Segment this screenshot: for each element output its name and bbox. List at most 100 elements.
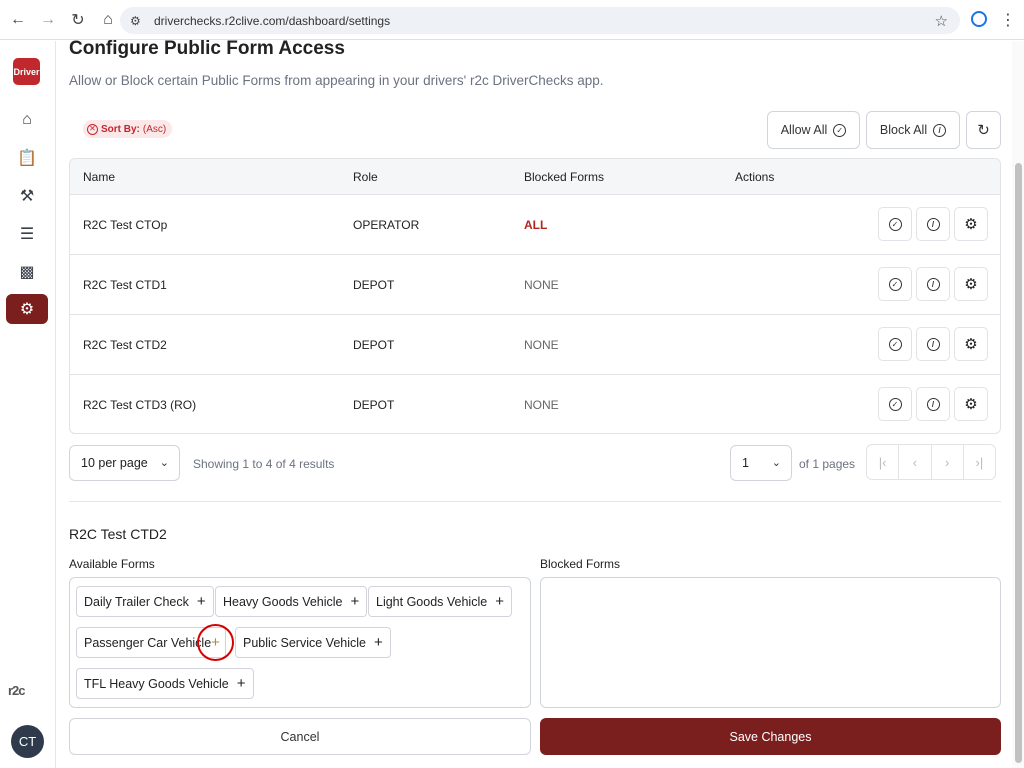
form-chip-label: TFL Heavy Goods Vehicle: [84, 676, 229, 691]
check-circle-icon: ✓: [888, 397, 902, 411]
cancel-label: Cancel: [280, 729, 320, 744]
page-count: of 1 pages: [799, 457, 856, 471]
cancel-button[interactable]: Cancel: [69, 718, 531, 755]
block-row-button[interactable]: /: [916, 207, 950, 241]
bookmark-star-icon[interactable]: ☆: [935, 12, 948, 30]
available-forms-label: Available Forms: [69, 557, 155, 571]
refresh-button[interactable]: ↻: [966, 111, 1001, 149]
row-blocked: NONE: [524, 278, 559, 292]
form-chip-label: Daily Trailer Check: [84, 594, 189, 609]
row-role: OPERATOR: [353, 218, 420, 232]
column-header-actions: Actions: [735, 170, 775, 184]
site-info-icon[interactable]: ⚙: [130, 14, 144, 28]
edit-row-button[interactable]: ⚙: [954, 327, 988, 361]
form-chip[interactable]: Daily Trailer Check +: [76, 586, 214, 617]
form-chip[interactable]: Light Goods Vehicle +: [368, 586, 512, 617]
save-label: Save Changes: [729, 729, 812, 744]
check-circle-icon: ✓: [888, 337, 902, 351]
home-page-icon[interactable]: ⌂: [94, 6, 122, 34]
chart-icon[interactable]: ▩: [6, 257, 48, 287]
forward-icon[interactable]: →: [34, 6, 62, 34]
block-row-button[interactable]: /: [916, 267, 950, 301]
form-chip-label: Light Goods Vehicle: [376, 594, 488, 609]
add-icon[interactable]: +: [197, 593, 206, 610]
clear-sort-icon[interactable]: ✕: [87, 123, 98, 135]
page-value: 1: [742, 456, 749, 470]
allow-all-button[interactable]: Allow All ✓: [767, 111, 860, 149]
add-icon[interactable]: +: [197, 624, 234, 661]
selected-user-title: R2C Test CTD2: [69, 526, 167, 542]
app-logo[interactable]: Driver: [13, 58, 40, 85]
block-icon: /: [933, 123, 947, 137]
sort-value: (Asc): [142, 123, 167, 135]
refresh-icon: ↻: [977, 122, 990, 139]
form-chip[interactable]: Heavy Goods Vehicle +: [215, 586, 368, 617]
profile-icon[interactable]: [971, 11, 987, 27]
allow-row-button[interactable]: ✓: [878, 387, 912, 421]
table-row: R2C Test CTD1 DEPOT NONE ✓ / ⚙: [70, 255, 1000, 315]
blocked-forms-box: [540, 577, 1001, 708]
block-all-label: Block All: [879, 123, 928, 137]
scrollbar-thumb[interactable]: [1015, 163, 1022, 763]
row-name: R2C Test CTD1: [83, 278, 167, 292]
block-row-button[interactable]: /: [916, 387, 950, 421]
page-title: Configure Public Form Access: [69, 38, 345, 59]
reload-icon[interactable]: ↻: [64, 6, 92, 34]
table-row: R2C Test CTD3 (RO) DEPOT NONE ✓ / ⚙: [70, 375, 1000, 433]
save-button[interactable]: Save Changes: [540, 718, 1001, 755]
block-icon: /: [926, 337, 940, 351]
first-page-icon[interactable]: |‹: [867, 445, 900, 479]
allow-row-button[interactable]: ✓: [878, 207, 912, 241]
column-header-name[interactable]: Name: [83, 170, 115, 184]
form-chip-label: Heavy Goods Vehicle: [223, 594, 343, 609]
row-role: DEPOT: [353, 278, 395, 292]
edit-row-button[interactable]: ⚙: [954, 207, 988, 241]
edit-row-button[interactable]: ⚙: [954, 387, 988, 421]
clipboard-icon[interactable]: 📋: [6, 143, 48, 173]
next-page-icon[interactable]: ›: [932, 445, 964, 479]
add-icon[interactable]: +: [495, 593, 504, 610]
block-all-button[interactable]: Block All /: [866, 111, 960, 149]
allow-row-button[interactable]: ✓: [878, 267, 912, 301]
allow-row-button[interactable]: ✓: [878, 327, 912, 361]
form-chip-label: Passenger Car Vehicle: [84, 635, 212, 650]
prev-page-icon[interactable]: ‹: [899, 445, 932, 479]
gear-icon: ⚙: [964, 396, 978, 413]
settings-icon[interactable]: ⚙: [6, 294, 48, 324]
scrollbar[interactable]: [1012, 41, 1024, 768]
add-icon[interactable]: +: [374, 634, 383, 651]
form-chip-label: Public Service Vehicle: [243, 635, 366, 650]
divider: [69, 501, 1001, 502]
sort-badge[interactable]: ✕ Sort By: (Asc): [83, 120, 173, 138]
allow-all-label: Allow All: [780, 123, 828, 137]
list-icon[interactable]: ☰: [6, 219, 48, 249]
avatar[interactable]: CT: [11, 725, 44, 758]
pager: |‹ ‹ › ›|: [866, 444, 996, 480]
tools-icon[interactable]: ⚒: [6, 181, 48, 211]
add-icon[interactable]: +: [237, 675, 246, 692]
edit-row-button[interactable]: ⚙: [954, 267, 988, 301]
table-row: R2C Test CTOp OPERATOR ALL ✓ / ⚙: [70, 195, 1000, 255]
r2c-brand-logo: r2c: [8, 683, 26, 698]
url-text: driverchecks.r2clive.com/dashboard/setti…: [154, 13, 391, 28]
back-icon[interactable]: ←: [4, 6, 32, 34]
form-chip[interactable]: TFL Heavy Goods Vehicle +: [76, 668, 254, 699]
gear-icon: ⚙: [964, 216, 978, 233]
per-page-select[interactable]: 10 per page ⌄: [69, 445, 180, 481]
row-name: R2C Test CTD2: [83, 338, 167, 352]
add-icon[interactable]: +: [351, 593, 360, 610]
home-icon[interactable]: ⌂: [6, 105, 48, 135]
check-circle-icon: ✓: [833, 123, 847, 137]
browser-menu-icon[interactable]: ⋮: [1000, 10, 1016, 30]
page-subtitle: Allow or Block certain Public Forms from…: [69, 73, 604, 88]
block-icon: /: [926, 217, 940, 231]
form-chip[interactable]: Public Service Vehicle +: [235, 627, 391, 658]
row-blocked: NONE: [524, 338, 559, 352]
block-row-button[interactable]: /: [916, 327, 950, 361]
row-name: R2C Test CTD3 (RO): [83, 398, 197, 412]
last-page-icon[interactable]: ›|: [964, 445, 995, 479]
address-bar[interactable]: ⚙ driverchecks.r2clive.com/dashboard/set…: [120, 7, 960, 34]
page-select[interactable]: 1 ⌄: [730, 445, 792, 481]
row-role: DEPOT: [353, 338, 395, 352]
app-logo-text: Driver: [13, 66, 40, 77]
